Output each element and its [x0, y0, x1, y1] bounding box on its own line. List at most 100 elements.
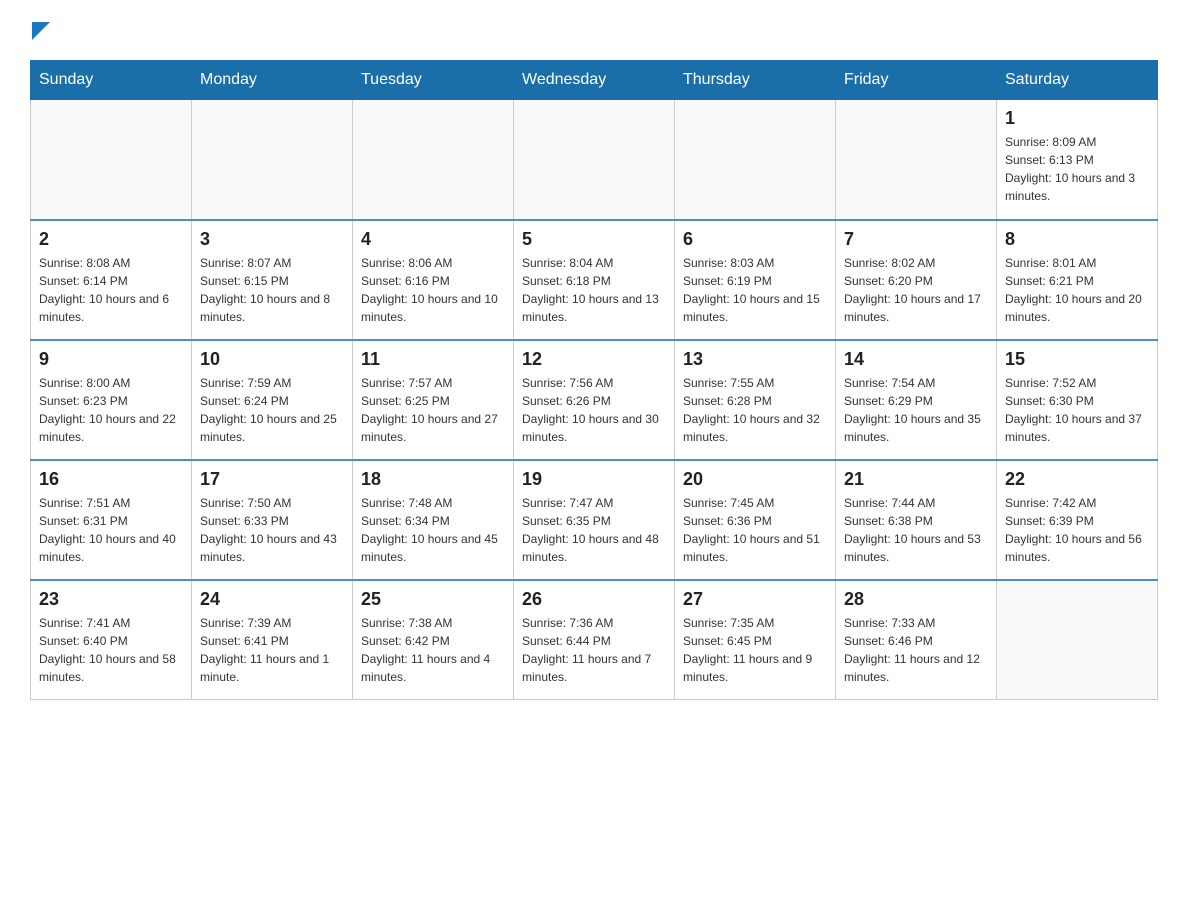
calendar-cell: 14 Sunrise: 7:54 AM Sunset: 6:29 PM Dayli… [836, 340, 997, 460]
calendar-week-row: 23 Sunrise: 7:41 AM Sunset: 6:40 PM Dayli… [31, 580, 1158, 700]
day-info: Sunrise: 8:06 AM Sunset: 6:16 PM Dayligh… [361, 254, 505, 326]
calendar-cell: 3 Sunrise: 8:07 AM Sunset: 6:15 PM Daylig… [192, 220, 353, 340]
day-info: Sunrise: 8:03 AM Sunset: 6:19 PM Dayligh… [683, 254, 827, 326]
weekday-header-monday: Monday [192, 61, 353, 100]
calendar-cell: 6 Sunrise: 8:03 AM Sunset: 6:19 PM Daylig… [675, 220, 836, 340]
day-number: 27 [683, 589, 827, 610]
calendar-cell: 21 Sunrise: 7:44 AM Sunset: 6:38 PM Dayli… [836, 460, 997, 580]
calendar-week-row: 16 Sunrise: 7:51 AM Sunset: 6:31 PM Dayli… [31, 460, 1158, 580]
day-number: 15 [1005, 349, 1149, 370]
calendar-cell: 10 Sunrise: 7:59 AM Sunset: 6:24 PM Dayli… [192, 340, 353, 460]
day-info: Sunrise: 7:44 AM Sunset: 6:38 PM Dayligh… [844, 494, 988, 566]
calendar-cell: 1 Sunrise: 8:09 AM Sunset: 6:13 PM Daylig… [997, 100, 1158, 220]
day-info: Sunrise: 7:45 AM Sunset: 6:36 PM Dayligh… [683, 494, 827, 566]
calendar-cell: 12 Sunrise: 7:56 AM Sunset: 6:26 PM Dayli… [514, 340, 675, 460]
day-number: 2 [39, 229, 183, 250]
day-number: 14 [844, 349, 988, 370]
day-number: 21 [844, 469, 988, 490]
day-number: 19 [522, 469, 666, 490]
calendar-week-row: 9 Sunrise: 8:00 AM Sunset: 6:23 PM Daylig… [31, 340, 1158, 460]
day-info: Sunrise: 7:54 AM Sunset: 6:29 PM Dayligh… [844, 374, 988, 446]
day-info: Sunrise: 8:08 AM Sunset: 6:14 PM Dayligh… [39, 254, 183, 326]
day-number: 16 [39, 469, 183, 490]
day-number: 6 [683, 229, 827, 250]
calendar-cell: 2 Sunrise: 8:08 AM Sunset: 6:14 PM Daylig… [31, 220, 192, 340]
day-info: Sunrise: 7:35 AM Sunset: 6:45 PM Dayligh… [683, 614, 827, 686]
day-number: 1 [1005, 108, 1149, 129]
calendar-cell [514, 100, 675, 220]
day-number: 17 [200, 469, 344, 490]
day-info: Sunrise: 8:00 AM Sunset: 6:23 PM Dayligh… [39, 374, 183, 446]
weekday-header-tuesday: Tuesday [353, 61, 514, 100]
calendar-cell: 25 Sunrise: 7:38 AM Sunset: 6:42 PM Dayli… [353, 580, 514, 700]
day-info: Sunrise: 8:09 AM Sunset: 6:13 PM Dayligh… [1005, 133, 1149, 205]
day-number: 9 [39, 349, 183, 370]
day-number: 12 [522, 349, 666, 370]
day-info: Sunrise: 7:38 AM Sunset: 6:42 PM Dayligh… [361, 614, 505, 686]
weekday-header-saturday: Saturday [997, 61, 1158, 100]
day-info: Sunrise: 7:39 AM Sunset: 6:41 PM Dayligh… [200, 614, 344, 686]
day-number: 24 [200, 589, 344, 610]
calendar-cell: 20 Sunrise: 7:45 AM Sunset: 6:36 PM Dayli… [675, 460, 836, 580]
day-info: Sunrise: 7:42 AM Sunset: 6:39 PM Dayligh… [1005, 494, 1149, 566]
day-info: Sunrise: 7:48 AM Sunset: 6:34 PM Dayligh… [361, 494, 505, 566]
day-number: 10 [200, 349, 344, 370]
day-number: 7 [844, 229, 988, 250]
calendar-week-row: 2 Sunrise: 8:08 AM Sunset: 6:14 PM Daylig… [31, 220, 1158, 340]
calendar-cell [31, 100, 192, 220]
calendar-cell [353, 100, 514, 220]
calendar-cell: 7 Sunrise: 8:02 AM Sunset: 6:20 PM Daylig… [836, 220, 997, 340]
day-number: 18 [361, 469, 505, 490]
day-number: 11 [361, 349, 505, 370]
day-number: 8 [1005, 229, 1149, 250]
logo [30, 20, 50, 40]
day-info: Sunrise: 7:33 AM Sunset: 6:46 PM Dayligh… [844, 614, 988, 686]
day-info: Sunrise: 7:36 AM Sunset: 6:44 PM Dayligh… [522, 614, 666, 686]
day-info: Sunrise: 7:56 AM Sunset: 6:26 PM Dayligh… [522, 374, 666, 446]
calendar-cell: 16 Sunrise: 7:51 AM Sunset: 6:31 PM Dayli… [31, 460, 192, 580]
day-info: Sunrise: 7:50 AM Sunset: 6:33 PM Dayligh… [200, 494, 344, 566]
day-number: 5 [522, 229, 666, 250]
calendar-cell: 17 Sunrise: 7:50 AM Sunset: 6:33 PM Dayli… [192, 460, 353, 580]
calendar-cell: 22 Sunrise: 7:42 AM Sunset: 6:39 PM Dayli… [997, 460, 1158, 580]
calendar-cell [675, 100, 836, 220]
calendar-table: SundayMondayTuesdayWednesdayThursdayFrid… [30, 60, 1158, 700]
day-number: 4 [361, 229, 505, 250]
day-number: 22 [1005, 469, 1149, 490]
calendar-cell: 9 Sunrise: 8:00 AM Sunset: 6:23 PM Daylig… [31, 340, 192, 460]
calendar-cell: 24 Sunrise: 7:39 AM Sunset: 6:41 PM Dayli… [192, 580, 353, 700]
day-number: 23 [39, 589, 183, 610]
weekday-header-wednesday: Wednesday [514, 61, 675, 100]
day-number: 3 [200, 229, 344, 250]
day-number: 28 [844, 589, 988, 610]
calendar-cell: 15 Sunrise: 7:52 AM Sunset: 6:30 PM Dayli… [997, 340, 1158, 460]
logo-triangle-icon [32, 22, 50, 40]
day-number: 20 [683, 469, 827, 490]
day-info: Sunrise: 7:59 AM Sunset: 6:24 PM Dayligh… [200, 374, 344, 446]
day-info: Sunrise: 7:55 AM Sunset: 6:28 PM Dayligh… [683, 374, 827, 446]
calendar-cell: 18 Sunrise: 7:48 AM Sunset: 6:34 PM Dayli… [353, 460, 514, 580]
calendar-cell: 19 Sunrise: 7:47 AM Sunset: 6:35 PM Dayli… [514, 460, 675, 580]
calendar-cell: 11 Sunrise: 7:57 AM Sunset: 6:25 PM Dayli… [353, 340, 514, 460]
weekday-header-friday: Friday [836, 61, 997, 100]
calendar-cell: 5 Sunrise: 8:04 AM Sunset: 6:18 PM Daylig… [514, 220, 675, 340]
day-info: Sunrise: 8:02 AM Sunset: 6:20 PM Dayligh… [844, 254, 988, 326]
calendar-cell: 23 Sunrise: 7:41 AM Sunset: 6:40 PM Dayli… [31, 580, 192, 700]
calendar-cell: 28 Sunrise: 7:33 AM Sunset: 6:46 PM Dayli… [836, 580, 997, 700]
day-info: Sunrise: 7:41 AM Sunset: 6:40 PM Dayligh… [39, 614, 183, 686]
day-number: 26 [522, 589, 666, 610]
day-info: Sunrise: 8:07 AM Sunset: 6:15 PM Dayligh… [200, 254, 344, 326]
calendar-cell [997, 580, 1158, 700]
day-info: Sunrise: 7:51 AM Sunset: 6:31 PM Dayligh… [39, 494, 183, 566]
page-header [30, 20, 1158, 40]
calendar-cell: 27 Sunrise: 7:35 AM Sunset: 6:45 PM Dayli… [675, 580, 836, 700]
day-info: Sunrise: 8:04 AM Sunset: 6:18 PM Dayligh… [522, 254, 666, 326]
day-info: Sunrise: 7:57 AM Sunset: 6:25 PM Dayligh… [361, 374, 505, 446]
day-info: Sunrise: 8:01 AM Sunset: 6:21 PM Dayligh… [1005, 254, 1149, 326]
day-number: 25 [361, 589, 505, 610]
calendar-cell: 4 Sunrise: 8:06 AM Sunset: 6:16 PM Daylig… [353, 220, 514, 340]
day-info: Sunrise: 7:47 AM Sunset: 6:35 PM Dayligh… [522, 494, 666, 566]
calendar-cell [192, 100, 353, 220]
weekday-header-thursday: Thursday [675, 61, 836, 100]
day-info: Sunrise: 7:52 AM Sunset: 6:30 PM Dayligh… [1005, 374, 1149, 446]
